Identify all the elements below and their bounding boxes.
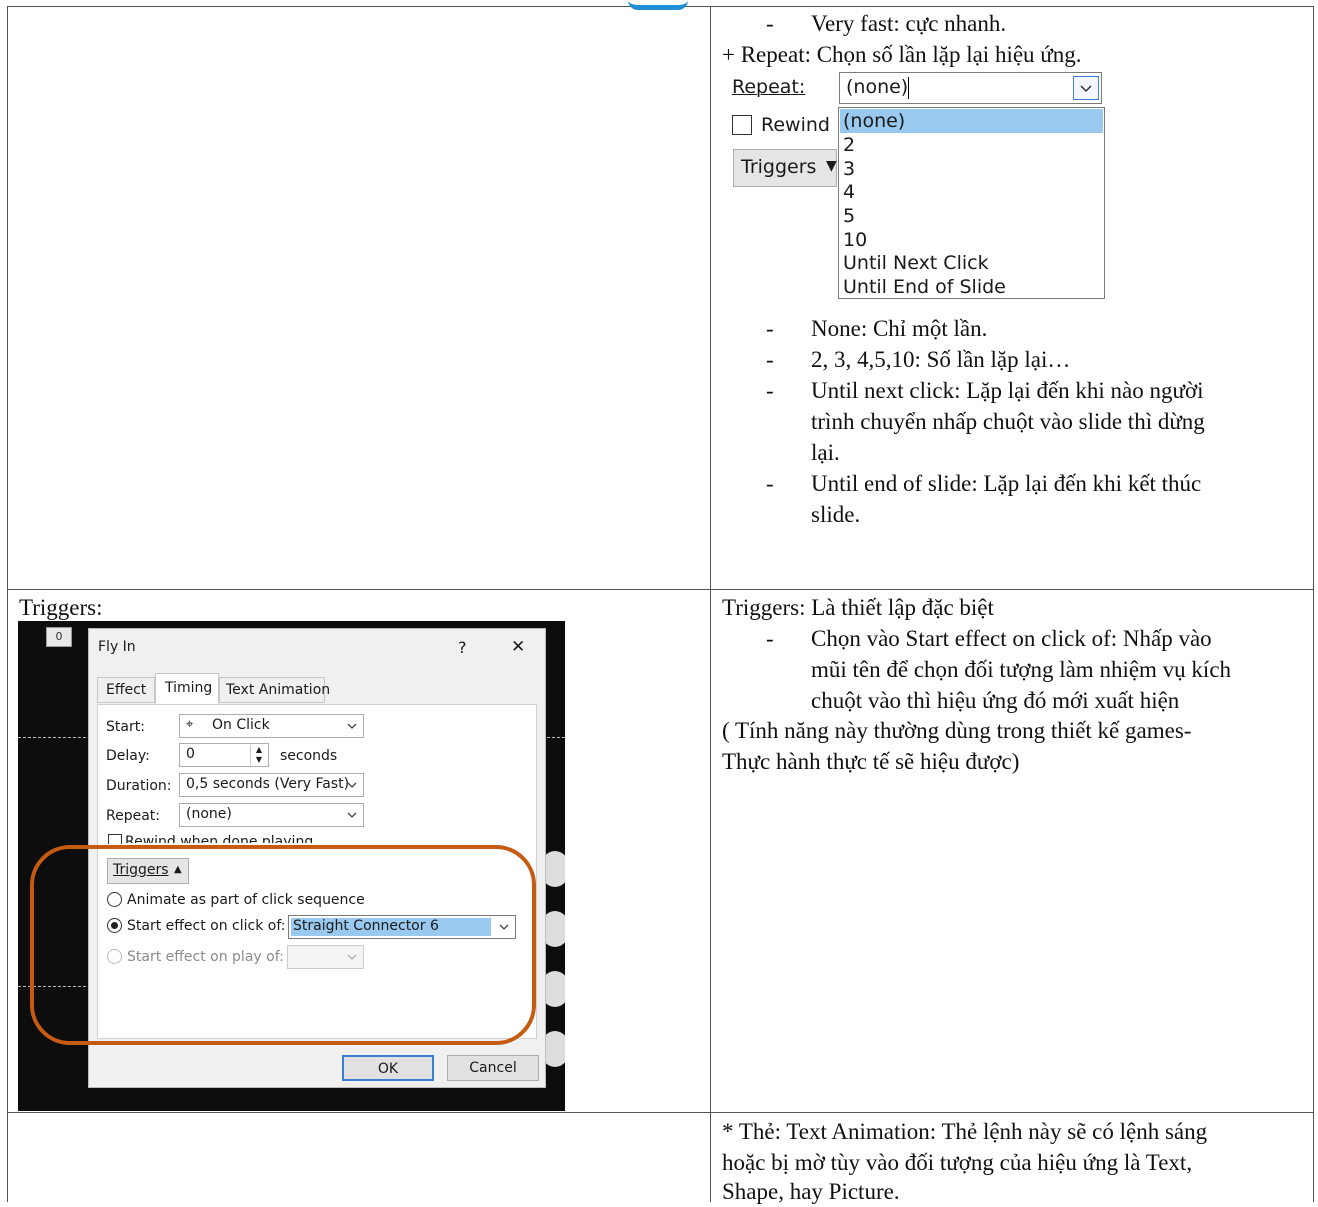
dialog-rewind-checkbox[interactable] [108, 834, 122, 844]
dropdown-option[interactable]: 3 [843, 158, 855, 181]
triggers-bullet-line2: mũi tên để chọn đối tượng làm nhiệm vụ k… [811, 657, 1232, 682]
repeat-combobox[interactable]: (none) [839, 72, 1102, 104]
mouse-click-icon: ⌖ [186, 717, 194, 732]
dropdown-option[interactable]: (none) [843, 110, 905, 133]
dropdown-option[interactable]: 4 [843, 181, 855, 204]
bullet-until-end-line2: slide. [811, 502, 861, 527]
spinner-icon[interactable]: ▲ ▼ [250, 745, 267, 765]
tab-effect-label: Effect [106, 682, 147, 698]
rewind-label: Rewind [761, 114, 830, 136]
text-caret [908, 77, 909, 99]
bullet-dash: - [766, 626, 774, 651]
triggers-button[interactable]: Triggers ▼ [733, 149, 837, 187]
bullet-dash: - [766, 378, 774, 403]
table-row-divider-1 [7, 589, 1314, 590]
dropdown-option[interactable]: Until End of Slide [843, 276, 1006, 299]
delay-unit: seconds [280, 748, 338, 764]
dialog-repeat-select[interactable]: (none) [179, 803, 364, 827]
ok-button[interactable]: OK [342, 1055, 434, 1081]
dialog-repeat-label: Repeat: [106, 808, 160, 824]
delay-value: 0 [186, 746, 195, 762]
dropdown-option[interactable]: 2 [843, 134, 855, 157]
cancel-button[interactable]: Cancel [447, 1055, 539, 1081]
repeat-label: Repeat: [732, 76, 806, 98]
chevron-down-icon[interactable] [342, 775, 362, 795]
tab-effect[interactable]: Effect [97, 677, 155, 703]
bullet-none: None: Chỉ một lần. [811, 316, 988, 341]
text-animation-line3: Shape, hay Picture. [722, 1179, 900, 1204]
triggers-bullet-line3: chuột vào thì hiệu ứng đó mới xuất hiện [811, 688, 1180, 713]
bullet-counts: 2, 3, 4,5,10: Số lần lặp lại… [811, 347, 1071, 372]
bullet-dash: - [766, 316, 774, 341]
dropdown-option[interactable]: 5 [843, 205, 855, 228]
triggers-heading: Triggers: [19, 595, 103, 620]
dialog-repeat-value: (none) [186, 806, 232, 822]
bullet-until-next-line1: Until next click: Lặp lại đến khi nào ng… [811, 378, 1204, 403]
table-row-divider-2 [7, 1112, 1314, 1113]
triggers-button-label: Triggers [741, 156, 817, 178]
dialog-title: Fly In [98, 639, 136, 655]
triggers-bullet-line1: Chọn vào Start effect on click of: Nhấp … [811, 626, 1212, 651]
dialog-rewind-label: Rewind when done playing [125, 834, 314, 843]
chevron-down-icon[interactable] [342, 805, 362, 825]
delay-input[interactable]: 0 ▲ ▼ [179, 743, 269, 767]
dropdown-option[interactable]: 10 [843, 229, 867, 252]
repeat-combobox-value: (none) [846, 76, 909, 98]
triggers-note-line2: Thực hành thực tế sẽ hiệu được) [722, 749, 1020, 774]
text-animation-line1: * Thẻ: Text Animation: Thẻ lệnh này sẽ c… [722, 1119, 1208, 1144]
blue-shape-fragment [628, 0, 688, 10]
delay-label: Delay: [106, 748, 150, 764]
start-select[interactable]: ⌖ On Click [179, 714, 364, 738]
bullet-until-end-line1: Until end of slide: Lặp lại đến khi kết … [811, 471, 1202, 496]
dialog-rewind-row: Rewind when done playing [125, 833, 313, 843]
highlight-outline [30, 845, 536, 1045]
repeat-intro-text: + Repeat: Chọn số lần lặp lại hiệu ứng. [722, 42, 1082, 67]
duration-value: 0,5 seconds (Very Fast) [186, 776, 350, 792]
chevron-down-icon[interactable] [342, 716, 362, 736]
table-right-border [1313, 6, 1314, 1202]
duration-label: Duration: [106, 778, 172, 794]
bullet-dash: - [766, 11, 774, 36]
triggers-note-line1: ( Tính năng này thường dùng trong thiết … [722, 718, 1192, 743]
dropdown-option[interactable]: Until Next Click [843, 252, 989, 275]
tab-timing[interactable]: Timing [155, 673, 219, 705]
chevron-down-icon[interactable] [1073, 76, 1099, 100]
tab-timing-label: Timing [165, 680, 213, 696]
help-button[interactable]: ? [458, 638, 467, 657]
bullet-until-next-line3: lại. [811, 440, 840, 465]
rewind-checkbox[interactable] [732, 115, 752, 135]
duration-select[interactable]: 0,5 seconds (Very Fast) [179, 773, 364, 797]
text-animation-line2: hoặc bị mờ tùy vào đối tượng của hiệu ứn… [722, 1150, 1193, 1175]
slide-thumbnail-number: 0 [46, 627, 72, 647]
start-value: On Click [212, 717, 270, 733]
bullet-dash: - [766, 347, 774, 372]
bullet-until-next-line2: trình chuyển nhấp chuột vào slide thì dừ… [811, 409, 1205, 434]
repeat-dropdown-list: (none) 2 3 4 5 10 Until Next Click Until… [838, 107, 1105, 299]
start-label: Start: [106, 719, 145, 735]
tab-text-animation[interactable]: Text Animation [219, 677, 330, 703]
tab-text-animation-label: Text Animation [226, 682, 331, 698]
bullet-dash: - [766, 471, 774, 496]
close-icon[interactable]: ✕ [511, 637, 525, 657]
very-fast-text: Very fast: cực nhanh. [811, 11, 1007, 36]
table-left-border [7, 6, 8, 1202]
expand-arrow-icon: ▼ [826, 158, 837, 174]
table-column-divider [710, 6, 711, 1202]
triggers-description: Triggers: Là thiết lập đặc biệt [722, 595, 994, 620]
